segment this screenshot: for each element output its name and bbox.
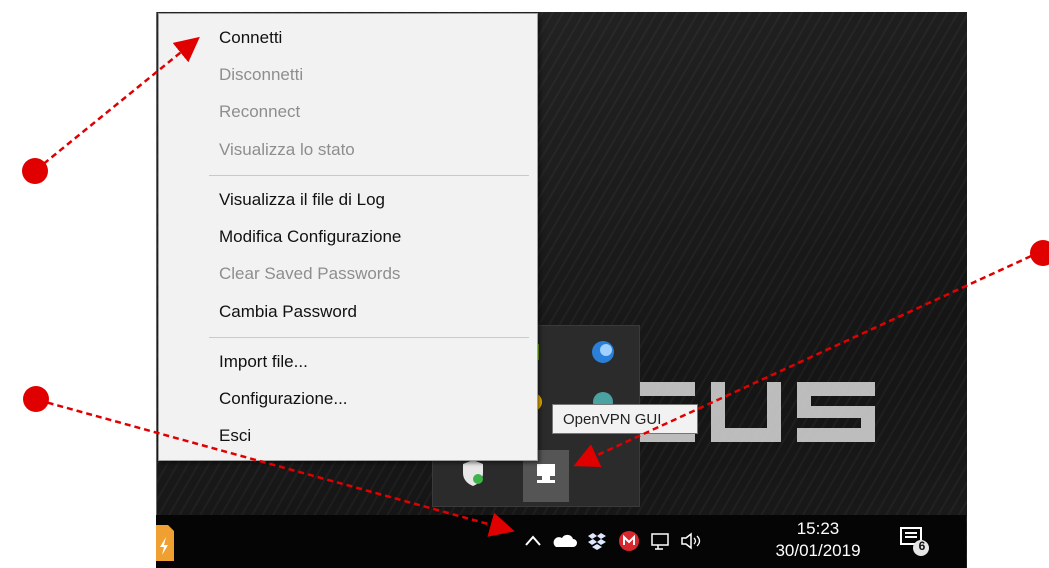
onedrive-icon[interactable]: [551, 527, 579, 555]
menu-separator: [209, 175, 529, 176]
menu-separator: [209, 337, 529, 338]
pinned-app-icon[interactable]: [156, 521, 174, 561]
menu-item-visualizza-stato: Visualizza lo stato: [219, 140, 355, 159]
clock-date: 30/01/2019: [775, 541, 861, 560]
menu-item-configurazione[interactable]: Configurazione...: [219, 384, 348, 414]
blue-swirl-icon[interactable]: [583, 332, 623, 372]
menu-item-esci[interactable]: Esci: [219, 421, 251, 451]
chevron-up-icon[interactable]: [521, 527, 545, 555]
menu-item-connetti[interactable]: Connetti: [219, 23, 282, 53]
action-center-icon[interactable]: 6: [896, 523, 932, 559]
notification-count-badge: 6: [918, 539, 926, 553]
annotation-dot: [1030, 240, 1049, 266]
annotation-dot: [23, 386, 49, 412]
network-icon[interactable]: [648, 527, 674, 555]
taskbar: 15:23 30/01/2019 6: [156, 515, 966, 568]
mega-icon[interactable]: [616, 527, 642, 555]
openvpn-context-menu: Connetti Disconnetti Reconnect Visualizz…: [158, 13, 538, 461]
menu-item-import-file[interactable]: Import file...: [219, 347, 308, 377]
volume-icon[interactable]: [678, 527, 704, 555]
menu-item-visualizza-log[interactable]: Visualizza il file di Log: [219, 185, 385, 215]
taskbar-clock[interactable]: 15:23 30/01/2019: [770, 517, 866, 567]
menu-item-modifica-configurazione[interactable]: Modifica Configurazione: [219, 222, 401, 252]
dropbox-icon[interactable]: [584, 527, 610, 555]
openvpn-tooltip: OpenVPN GUI: [552, 404, 698, 434]
annotation-dot: [22, 158, 48, 184]
menu-item-clear-saved-passwords: Clear Saved Passwords: [219, 264, 401, 283]
menu-item-disconnetti: Disconnetti: [219, 65, 304, 84]
menu-item-reconnect: Reconnect: [219, 102, 301, 121]
clock-time: 15:23: [796, 519, 840, 538]
menu-item-cambia-password[interactable]: Cambia Password: [219, 297, 357, 327]
